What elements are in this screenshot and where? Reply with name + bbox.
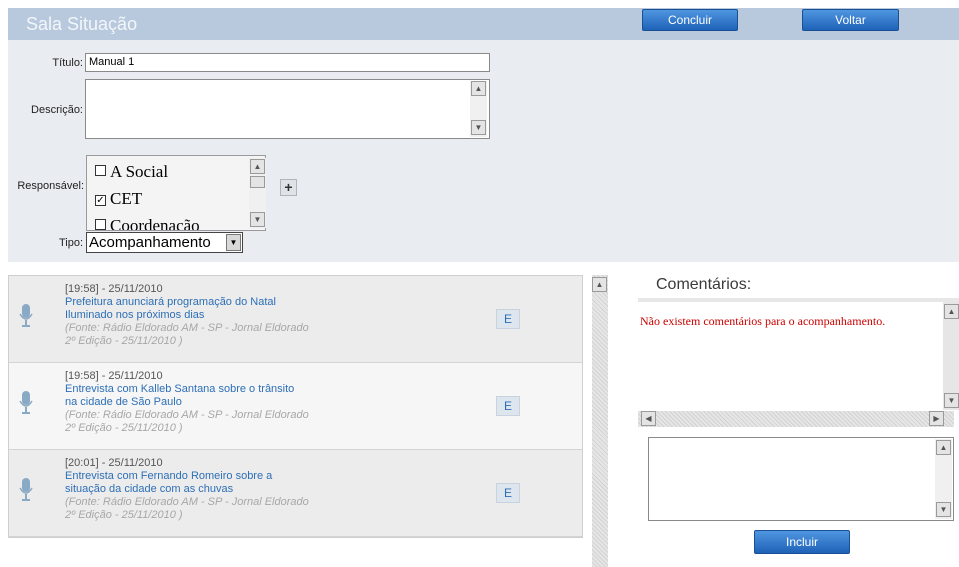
news-time: [19:58] - 25/11/2010 (65, 370, 163, 382)
scroll-right-icon[interactable]: ▶ (929, 411, 944, 426)
type-select-value: Acompanhamento (89, 234, 211, 251)
conclude-button[interactable]: Concluir (642, 9, 738, 31)
scroll-up-icon[interactable]: ▲ (471, 81, 486, 96)
add-responsible-button[interactable]: + (280, 179, 297, 196)
list-item: [19:58] - 25/11/2010 Entrevista com Kall… (9, 363, 582, 450)
news-title-link[interactable]: Entrevista com Kalleb Santana sobre o tr… (65, 383, 305, 409)
microphone-icon (19, 391, 33, 414)
news-scrollbar[interactable]: ▲ (592, 275, 608, 567)
scroll-up-icon[interactable]: ▲ (936, 440, 951, 455)
comment-textarea[interactable] (648, 437, 954, 521)
chevron-down-icon[interactable]: ▼ (226, 234, 241, 251)
news-title-link[interactable]: Prefeitura anunciará programação do Nata… (65, 296, 305, 322)
news-source: (Fonte: Rádio Eldorado AM - SP - Jornal … (65, 496, 309, 521)
list-item: [20:01] - 25/11/2010 Entrevista com Fern… (9, 450, 582, 537)
responsible-listbox[interactable]: A Social ✓ CET Coordenação (86, 155, 266, 231)
page: Sala Situação Concluir Voltar Título: Ma… (0, 0, 959, 567)
scroll-down-icon[interactable]: ▼ (936, 502, 951, 517)
edit-button[interactable]: E (496, 396, 520, 416)
type-label: Tipo: (58, 237, 83, 249)
comments-hscrollbar[interactable]: ◀ ▶ (638, 411, 954, 427)
comments-title: Comentários: (656, 276, 752, 293)
edit-button[interactable]: E (496, 309, 520, 329)
checkbox-checked-icon[interactable]: ✓ (95, 195, 106, 206)
title-input[interactable]: Manual 1 (85, 53, 490, 72)
edit-button[interactable]: E (496, 483, 520, 503)
comments-panel: Não existem comentários para o acompanha… (638, 302, 959, 426)
scroll-down-icon[interactable]: ▼ (944, 393, 959, 408)
description-textarea[interactable] (85, 79, 490, 139)
checkbox-unchecked-icon[interactable] (95, 219, 106, 230)
scroll-left-icon[interactable]: ◀ (641, 411, 656, 426)
back-button[interactable]: Voltar (802, 9, 899, 31)
news-time: [19:58] - 25/11/2010 (65, 283, 163, 295)
news-list: [19:58] - 25/11/2010 Prefeitura anunciar… (8, 275, 583, 538)
comments-empty-message: Não existem comentários para o acompanha… (640, 314, 886, 328)
news-source: (Fonte: Rádio Eldorado AM - SP - Jornal … (65, 409, 309, 434)
scroll-up-icon[interactable]: ▲ (944, 304, 959, 319)
checkbox-unchecked-icon[interactable] (95, 165, 106, 176)
scroll-down-icon[interactable]: ▼ (250, 212, 265, 227)
microphone-icon (19, 478, 33, 501)
title-label: Título: (52, 57, 83, 69)
scroll-up-icon[interactable]: ▲ (250, 159, 265, 174)
page-title: Sala Situação (26, 14, 138, 34)
responsible-option[interactable]: Coordenação (95, 216, 200, 230)
news-time: [20:01] - 25/11/2010 (65, 457, 163, 469)
type-select[interactable]: Acompanhamento ▼ (86, 232, 243, 253)
scroll-thumb[interactable] (250, 176, 265, 188)
list-item: [19:58] - 25/11/2010 Prefeitura anunciar… (9, 276, 582, 363)
description-label: Descrição: (31, 104, 83, 116)
news-title-link[interactable]: Entrevista com Fernando Romeiro sobre a … (65, 470, 305, 496)
responsible-option[interactable]: A Social (95, 162, 168, 182)
microphone-icon (19, 304, 33, 327)
responsible-option[interactable]: ✓ CET (95, 189, 142, 209)
news-source: (Fonte: Rádio Eldorado AM - SP - Jornal … (65, 322, 309, 347)
include-comment-button[interactable]: Incluir (754, 530, 850, 554)
scroll-up-icon[interactable]: ▲ (592, 277, 607, 292)
scroll-down-icon[interactable]: ▼ (471, 120, 486, 135)
responsible-label: Responsável: (17, 180, 84, 192)
